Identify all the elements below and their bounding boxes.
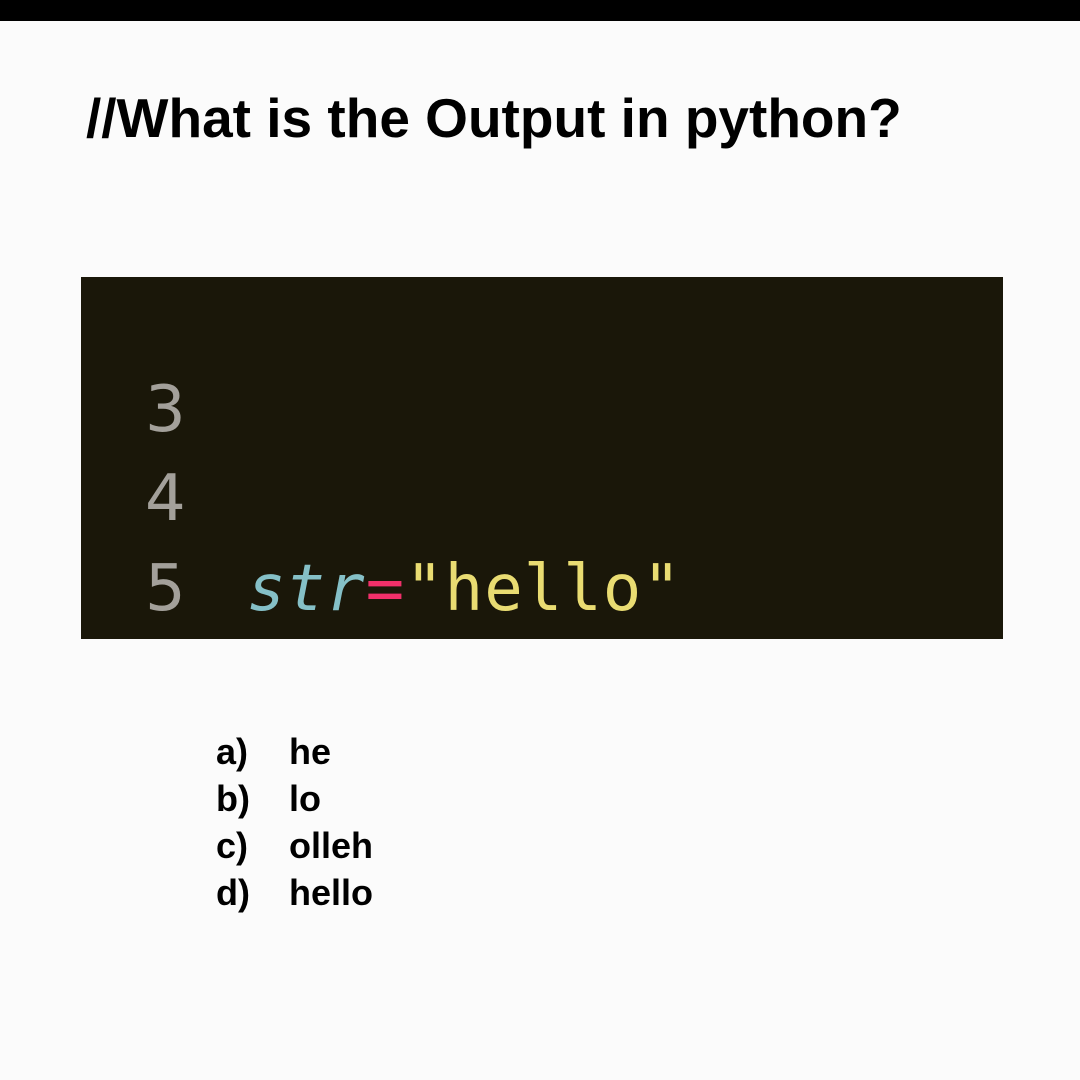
option-letter: b) [216,778,250,819]
option-letter: c) [216,825,249,866]
code-line-3: 3 [81,277,1003,447]
option-text: lo [289,778,321,819]
answer-options: a) he b) lo c) olleh d) hello [216,728,373,916]
question-title: //What is the Output in python? [86,87,902,149]
option-text: he [289,731,332,772]
option-b[interactable]: b) lo [216,775,373,822]
line-number: 6 [145,633,205,639]
option-c[interactable]: c) olleh [216,822,373,869]
option-text: hello [289,872,374,913]
code-line-5: 5 print(str[:2]) [81,454,1003,626]
option-d[interactable]: d) hello [216,869,373,916]
option-text: olleh [289,825,374,866]
top-bar [0,0,1080,21]
option-letter: a) [216,731,249,772]
option-a[interactable]: a) he [216,728,373,775]
code-line-4: 4 str="hello" [81,364,1003,626]
code-text: print(str[:2]) [247,634,800,639]
option-letter: d) [216,872,250,913]
code-line-6: 6 [81,543,1003,633]
code-panel: 3 4 str="hello" 5 print(str[:2]) 6 [81,277,1003,639]
